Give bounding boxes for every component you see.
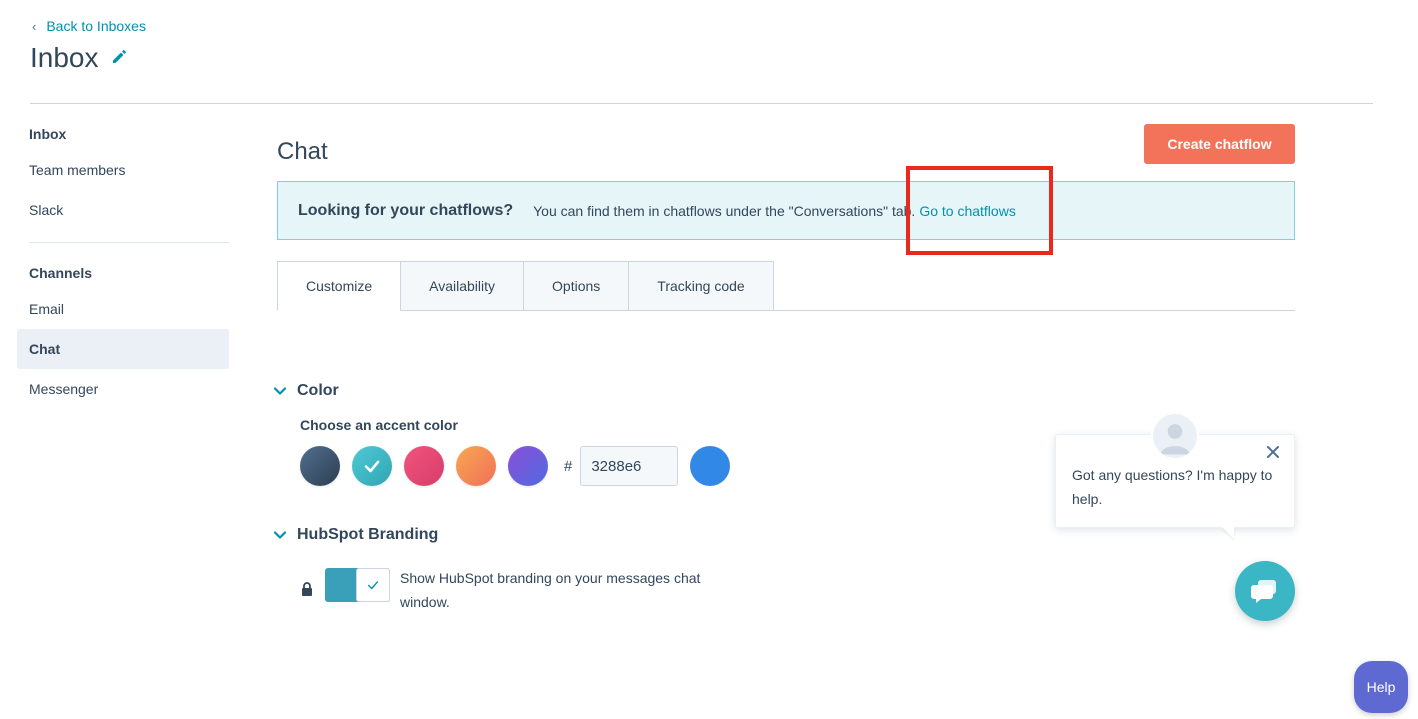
branding-section-toggle[interactable]: HubSpot Branding [273,526,438,544]
tab-options[interactable]: Options [524,261,630,311]
hex-hash-label: # [564,457,573,475]
check-icon [364,460,380,473]
header-divider [30,103,1373,104]
popup-tail [1222,527,1234,539]
chevron-left-icon: ‹ [32,18,37,34]
back-to-inboxes-link[interactable]: ‹ Back to Inboxes [32,18,146,34]
user-avatar-icon [1160,424,1190,455]
color-swatches: # [300,446,731,486]
back-link-label: Back to Inboxes [46,18,146,34]
sidebar-item-messenger[interactable]: Messenger [17,369,229,409]
color-swatch-slate[interactable] [300,446,340,486]
toggle-knob [356,568,390,602]
section-title: Chat [277,138,328,165]
banner-text: You can find them in chatflows under the… [533,202,916,219]
lock-icon [301,582,313,596]
chat-bubble-icon [1251,580,1276,603]
chat-launcher-button[interactable] [1235,561,1295,621]
check-icon [367,581,379,590]
chat-welcome-message: Got any questions? I'm happy to help. [1072,467,1273,507]
create-chatflow-button[interactable]: Create chatflow [1144,124,1295,164]
color-swatch-teal[interactable] [352,446,392,486]
page-title: Inbox [30,42,129,74]
chevron-down-icon [273,384,287,398]
tab-tracking-code[interactable]: Tracking code [629,261,774,311]
color-swatch-purple[interactable] [508,446,548,486]
go-to-chatflows-link[interactable]: Go to chatflows [919,203,1016,219]
branding-toggle[interactable] [325,568,390,602]
sidebar-item-chat[interactable]: Chat [17,329,229,369]
color-swatch-orange[interactable] [456,446,496,486]
accent-color-label: Choose an accent color [300,417,458,433]
sidebar-item-team-members[interactable]: Team members [17,150,229,190]
color-section-heading: Color [297,382,339,399]
color-section-toggle[interactable]: Color [273,382,339,400]
sidebar-item-email[interactable]: Email [17,289,229,329]
sidebar: Inbox Team members Slack Channels Email … [17,118,229,409]
branding-section-heading: HubSpot Branding [297,526,439,543]
close-icon[interactable] [1266,445,1280,459]
page-title-text: Inbox [30,42,99,73]
tab-availability[interactable]: Availability [401,261,525,311]
tab-bar: Customize Availability Options Tracking … [277,261,1295,311]
chevron-down-icon [273,528,287,542]
info-banner: Looking for your chatflows? You can find… [277,181,1295,240]
tab-customize[interactable]: Customize [277,261,402,311]
branding-toggle-label: Show HubSpot branding on your messages c… [400,570,701,610]
sidebar-divider [29,242,229,243]
branding-row: Show HubSpot branding on your messages c… [301,568,720,614]
sidebar-item-slack[interactable]: Slack [17,190,229,230]
sidebar-heading-channels: Channels [29,265,93,281]
sidebar-heading-inbox: Inbox [29,126,67,142]
color-preview [690,446,731,486]
hex-color-input[interactable] [580,446,679,486]
color-swatch-pink[interactable] [404,446,444,486]
pencil-edit-icon[interactable] [111,49,129,67]
help-button[interactable]: Help [1354,661,1408,713]
avatar [1151,412,1199,460]
banner-lead: Looking for your chatflows? [298,201,514,219]
